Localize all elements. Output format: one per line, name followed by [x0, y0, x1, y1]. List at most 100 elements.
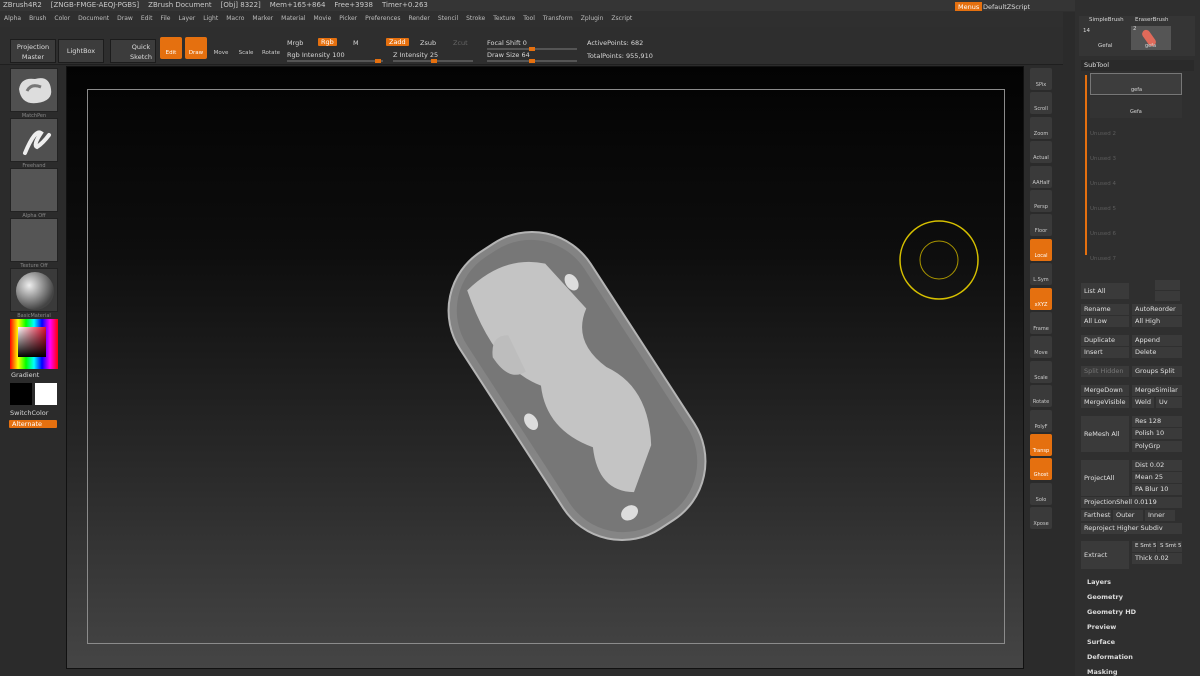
section-header[interactable]: Deformation: [1087, 653, 1133, 661]
subtool-item[interactable]: Gefa: [1090, 96, 1182, 118]
groups-split-button[interactable]: Groups Split: [1132, 366, 1182, 377]
menu-item[interactable]: Transform: [539, 11, 577, 27]
view-persp-button[interactable]: Persp: [1030, 190, 1052, 212]
menu-item[interactable]: Render: [404, 11, 433, 27]
alternate-button[interactable]: Alternate: [9, 420, 57, 428]
menu-item[interactable]: Stroke: [462, 11, 489, 27]
auto-reorder-button[interactable]: AutoReorder: [1132, 304, 1182, 315]
section-header[interactable]: Layers: [1087, 578, 1111, 586]
view-scale-button[interactable]: Scale: [1030, 360, 1052, 383]
uv-button[interactable]: Uv: [1156, 397, 1182, 408]
menu-item[interactable]: Tool: [519, 11, 539, 27]
zadd-button[interactable]: Zadd: [386, 38, 409, 46]
quick-sketch-button[interactable]: Quick Sketch: [110, 39, 156, 63]
section-header[interactable]: Preview: [1087, 623, 1116, 631]
mrgb-button[interactable]: Mrgb: [287, 39, 303, 47]
view-spix-button[interactable]: SPix: [1030, 68, 1052, 90]
menu-item[interactable]: Zscript: [607, 11, 636, 27]
menu-item[interactable]: Alpha: [0, 11, 25, 27]
tool-edit-button[interactable]: Edit: [160, 37, 182, 59]
pa-blur-slider[interactable]: PA Blur 10: [1132, 484, 1182, 495]
rgb-intensity-track[interactable]: [287, 59, 383, 63]
secondary-color-swatch[interactable]: [35, 383, 57, 405]
view-transp-button[interactable]: Transp: [1030, 434, 1052, 456]
menu-item[interactable]: Preferences: [361, 11, 404, 27]
weld-button[interactable]: Weld: [1132, 397, 1154, 408]
subtool-item-active[interactable]: gefa: [1090, 73, 1182, 95]
mean-slider[interactable]: Mean 25: [1132, 472, 1182, 483]
e-smt-slider[interactable]: E Smt 5: [1132, 541, 1156, 552]
menu-item[interactable]: Macro: [222, 11, 248, 27]
eraser-brush-label[interactable]: EraserBrush: [1135, 17, 1169, 23]
project-all-button[interactable]: ProjectAll: [1081, 460, 1129, 496]
view-frame-button[interactable]: Frame: [1030, 312, 1052, 334]
primary-color-swatch[interactable]: [10, 383, 32, 405]
view-polyf-button[interactable]: PolyF: [1030, 409, 1052, 432]
s-smt-slider[interactable]: S Smt 5: [1157, 541, 1182, 552]
tool-scale-button[interactable]: Scale: [235, 37, 257, 59]
view-ghost-button[interactable]: Ghost: [1030, 458, 1052, 481]
view-xxyz-button[interactable]: xXYZ: [1030, 287, 1052, 310]
subtool-scrollbar[interactable]: [1085, 75, 1087, 255]
view-xpose-button[interactable]: Xpose: [1030, 507, 1052, 530]
view-rotate-button[interactable]: Rotate: [1030, 385, 1052, 408]
view-scroll-button[interactable]: Scroll: [1030, 92, 1052, 115]
color-hue-picker[interactable]: [10, 319, 58, 369]
menu-item[interactable]: Zplugin: [577, 11, 608, 27]
menu-item[interactable]: Color: [50, 11, 74, 27]
arrow-down-button[interactable]: [1155, 291, 1180, 301]
res-slider[interactable]: Res 128: [1132, 416, 1182, 427]
model-render[interactable]: [67, 67, 1025, 670]
color-saturation-picker[interactable]: [18, 327, 46, 357]
polygrp-button[interactable]: PolyGrp: [1132, 441, 1182, 452]
simple-brush-label[interactable]: SimpleBrush: [1089, 17, 1124, 23]
subtool-header[interactable]: SubTool: [1081, 60, 1194, 71]
section-header[interactable]: Geometry HD: [1087, 608, 1136, 616]
texture-thumbnail[interactable]: Texture Off: [10, 218, 58, 269]
projection-shell-slider[interactable]: ProjectionShell 0.0119: [1081, 497, 1182, 508]
zcut-button[interactable]: Zcut: [453, 39, 468, 47]
rgb-button[interactable]: Rgb: [318, 38, 337, 46]
all-high-button[interactable]: All High: [1132, 316, 1182, 327]
outer-button[interactable]: Outer: [1113, 510, 1143, 521]
z-intensity-track[interactable]: [393, 59, 473, 63]
polish-slider[interactable]: Polish 10: [1132, 428, 1182, 439]
reproject-button[interactable]: Reproject Higher Subdiv: [1081, 523, 1182, 534]
menu-item[interactable]: Material: [277, 11, 309, 27]
view-move-button[interactable]: Move: [1030, 336, 1052, 359]
projection-master-button[interactable]: Projection Master: [10, 39, 56, 63]
brush-thumbnail[interactable]: MatchPen: [10, 68, 58, 119]
menu-item[interactable]: Picker: [335, 11, 361, 27]
thick-slider[interactable]: Thick 0.02: [1132, 553, 1182, 564]
rename-button[interactable]: Rename: [1081, 304, 1129, 315]
stroke-thumbnail[interactable]: Freehand: [10, 118, 58, 169]
switch-color-button[interactable]: SwitchColor: [10, 409, 48, 417]
farthest-button[interactable]: Farthest: [1081, 510, 1111, 521]
tool-move-button[interactable]: Move: [210, 37, 232, 59]
menu-item[interactable]: Document: [74, 11, 113, 27]
view-local-button[interactable]: Local: [1030, 238, 1052, 261]
menu-item[interactable]: Marker: [248, 11, 277, 27]
dist-slider[interactable]: Dist 0.02: [1132, 460, 1182, 471]
extract-button[interactable]: Extract: [1081, 541, 1129, 569]
menu-item[interactable]: Edit: [137, 11, 157, 27]
menu-item[interactable]: Texture: [489, 11, 519, 27]
lightbox-button[interactable]: LightBox: [58, 39, 104, 63]
menu-item[interactable]: Light: [199, 11, 222, 27]
append-button[interactable]: Append: [1132, 335, 1182, 346]
list-all-button[interactable]: List All: [1081, 283, 1129, 299]
section-header[interactable]: Masking: [1087, 668, 1118, 676]
view-zoom-button[interactable]: Zoom: [1030, 116, 1052, 139]
tool-rotate-button[interactable]: Rotate: [260, 37, 282, 59]
canvas-viewport[interactable]: [66, 66, 1024, 669]
material-thumbnail[interactable]: BasicMaterial: [10, 268, 58, 319]
menu-item[interactable]: Draw: [113, 11, 137, 27]
arrow-up-button[interactable]: [1155, 280, 1180, 290]
alpha-thumbnail[interactable]: Alpha Off: [10, 168, 58, 219]
menu-item[interactable]: Movie: [310, 11, 336, 27]
remesh-all-button[interactable]: ReMesh All: [1081, 416, 1129, 452]
m-button[interactable]: M: [353, 39, 359, 47]
draw-size-track[interactable]: [487, 59, 577, 63]
menu-item[interactable]: Layer: [175, 11, 200, 27]
default-zscript-button[interactable]: DefaultZScript: [983, 3, 1030, 11]
